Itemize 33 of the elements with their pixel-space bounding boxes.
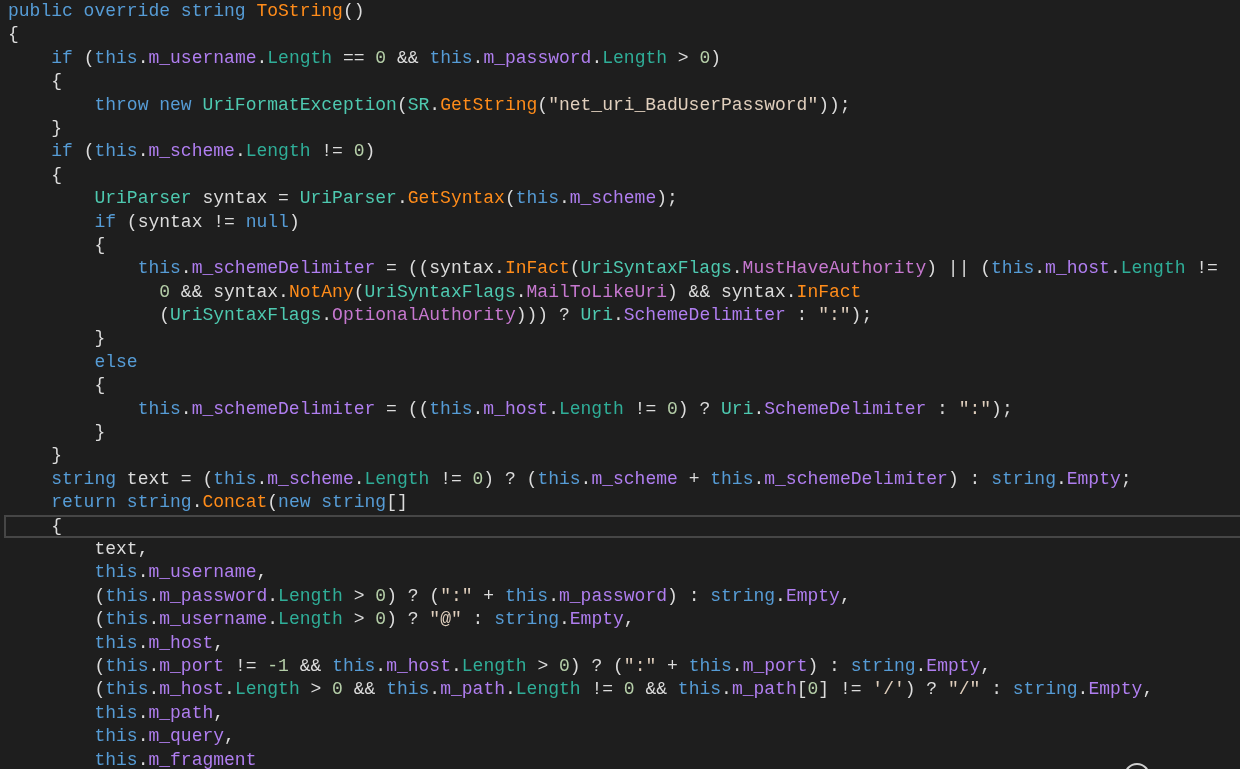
code-line: (this.m_password.Length > 0) ? (":" + this.m_password) : string.Empty, (94, 584, 851, 608)
code-line: if (this.m_username.Length == 0 && this.m_password.Length > 0) (51, 46, 722, 70)
code-line: (this.m_port != -1 && this.m_host.Length > 0) ? (":" + this.m_port) : string.Empty, (94, 654, 992, 678)
code-line: { (51, 163, 63, 187)
code-line: UriParser syntax = UriParser.GetSyntax(this.m_scheme); (94, 187, 678, 211)
code-line: if (this.m_scheme.Length != 0) (51, 140, 376, 164)
code-line: } (94, 327, 106, 351)
code-line: { (51, 70, 63, 94)
code-line: } (51, 444, 63, 468)
code-line: this.m_query, (94, 725, 235, 749)
code-line: return string.Concat(new string[] (51, 491, 408, 515)
code-line: { (94, 233, 106, 257)
code-line: this.m_schemeDelimiter = ((this.m_host.Length != 0) ? Uri.SchemeDelimiter : ":"); (137, 397, 1013, 421)
code-line: text, (94, 538, 149, 561)
code-line: (this.m_username.Length > 0) ? "@" : string.Empty, (94, 608, 635, 632)
code-line: this.m_path, (94, 701, 225, 725)
code-line: this.m_schemeDelimiter = ((syntax.InFact(UriSyntaxFlags.MustHaveAuthority) || (this.m_host.Length != (137, 257, 1218, 281)
code-line: this.m_host, (94, 631, 225, 655)
code-line: public override string ToString() (8, 0, 365, 23)
code-line: this.m_username, (94, 561, 268, 585)
code-line: string text = (this.m_scheme.Length != 0) ? (this.m_scheme + this.m_schemeDelimiter) : string.Empty; (51, 467, 1132, 491)
code-line: else (94, 350, 138, 374)
code-line: (UriSyntaxFlags.OptionalAuthority))) ? Uri.SchemeDelimiter : ":"); (159, 304, 873, 328)
code-line: { (8, 23, 19, 47)
code-line: { (51, 516, 63, 536)
code-line: this.m_fragment (94, 748, 257, 769)
code-line: } (51, 116, 63, 140)
code-line: } (94, 421, 106, 445)
code-line: if (syntax != null) (94, 210, 300, 234)
code-line: (this.m_host.Length > 0 && this.m_path.Length != 0 && this.m_path[0] != '/') ? "/" : string.Empty, (94, 678, 1154, 702)
code-line: throw new UriFormatException(SR.GetString("net_uri_BadUserPassword")); (94, 93, 851, 117)
code-line: 0 && syntax.NotAny(UriSyntaxFlags.MailToLikeUri) && syntax.InFact (159, 280, 862, 304)
code-line: { (94, 374, 106, 398)
